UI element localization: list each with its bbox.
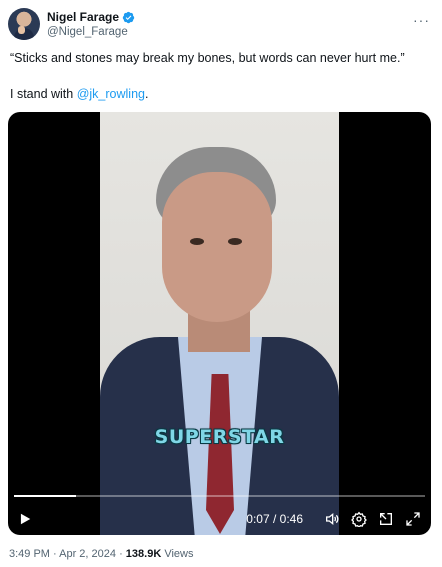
author-display-name[interactable]: Nigel Farage xyxy=(47,10,119,24)
video-time: 0:07 / 0:46 xyxy=(246,512,303,526)
more-options-icon[interactable]: ··· xyxy=(413,12,430,28)
video-frame[interactable]: SUPERSTAR xyxy=(100,112,339,535)
tweet-stand-suffix: . xyxy=(144,87,149,101)
verified-badge-icon xyxy=(122,11,135,23)
author-name-row: Nigel Farage xyxy=(47,10,135,24)
play-icon[interactable] xyxy=(18,512,32,526)
tweet-text: “Sticks and stones may break my bones, b… xyxy=(10,50,434,102)
avatar[interactable] xyxy=(8,8,40,40)
speaker-face xyxy=(162,172,272,322)
tweet-timestamp[interactable]: 3:49 PM · Apr 2, 2024 · xyxy=(9,548,126,560)
tweet-quote: “Sticks and stones may break my bones, b… xyxy=(10,51,405,65)
tweet-meta: 3:49 PM · Apr 2, 2024 · 138.9K Views xyxy=(9,548,193,560)
fullscreen-icon[interactable] xyxy=(405,511,421,527)
video-player[interactable]: SUPERSTAR 0:07 / 0:46 xyxy=(8,112,431,535)
tweet-header: Nigel Farage @Nigel_Farage ··· xyxy=(8,8,434,42)
settings-gear-icon[interactable] xyxy=(351,511,367,527)
volume-icon[interactable] xyxy=(324,511,340,527)
video-progress-fill xyxy=(14,495,77,497)
mention-link[interactable]: @jk_rowling xyxy=(77,87,145,101)
picture-in-picture-icon[interactable] xyxy=(378,511,394,527)
video-controls: 0:07 / 0:46 xyxy=(18,508,421,530)
video-progress-bar[interactable] xyxy=(14,495,425,497)
author-handle[interactable]: @Nigel_Farage xyxy=(47,26,128,38)
tweet-stand-line: I stand with @jk_rowling. xyxy=(10,86,434,102)
views-label: Views xyxy=(161,548,194,560)
video-caption: SUPERSTAR xyxy=(154,426,285,448)
tweet-stand-prefix: I stand with xyxy=(10,87,77,101)
views-count: 138.9K xyxy=(125,548,162,560)
